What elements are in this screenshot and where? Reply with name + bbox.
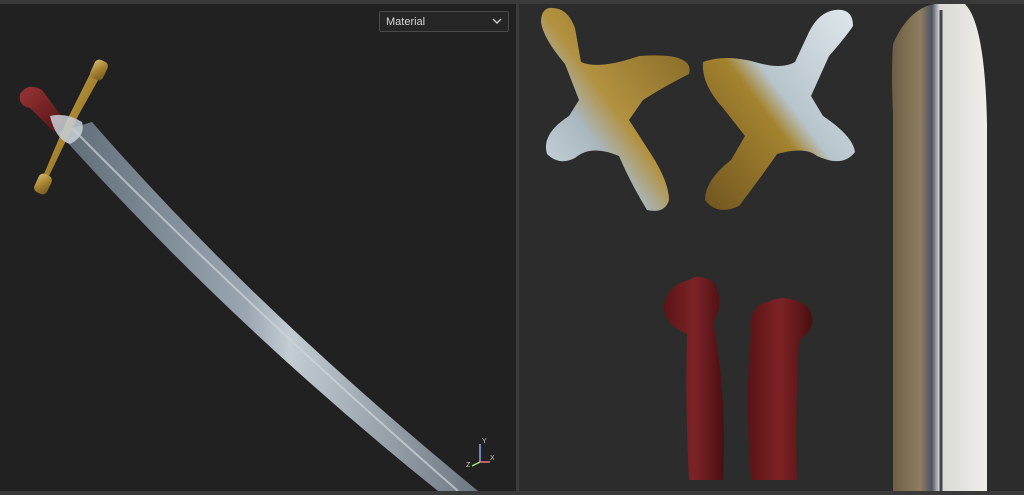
blade-island: [892, 4, 987, 491]
guard-island-left: [541, 7, 690, 211]
sword-3d-render: [19, 59, 478, 491]
bottom-status-strip: [0, 491, 1024, 495]
grip-island-right: [748, 298, 813, 480]
axis-z-label: Z: [466, 462, 471, 469]
axis-x-label: X: [490, 455, 494, 462]
viewport-3d[interactable]: Material Y X Z: [0, 4, 516, 491]
shading-mode-value: Material: [386, 15, 426, 28]
grip-island-left: [663, 276, 724, 480]
shading-mode-select[interactable]: Material: [379, 11, 509, 32]
viewport-2d-texture[interactable]: [519, 4, 1024, 491]
axis-y-label: Y: [482, 438, 487, 445]
axis-gizmo-icon[interactable]: Y X Z: [466, 434, 494, 470]
texture-uv-layout: [541, 4, 987, 491]
chevron-down-icon: [492, 18, 502, 24]
guard-island-right: [702, 9, 855, 210]
